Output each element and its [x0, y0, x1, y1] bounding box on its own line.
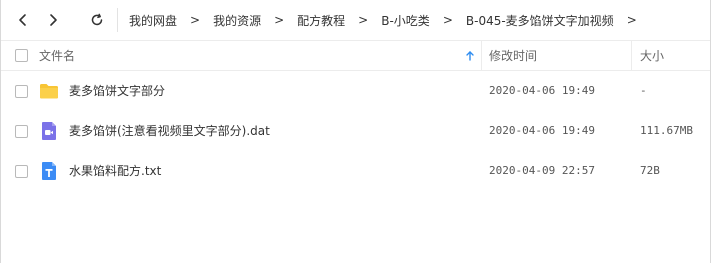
file-size: - [640, 84, 647, 97]
breadcrumb-item[interactable]: B-小吃类 [379, 12, 432, 29]
file-list-header: 文件名 修改时间 大小 [1, 40, 710, 71]
file-browser-window: 我的网盘 > 我的资源 > 配方教程 > B-小吃类 > B-045-麦多馅饼文… [0, 0, 711, 263]
back-button[interactable] [11, 8, 35, 32]
file-size: 72B [640, 164, 660, 177]
column-divider[interactable] [481, 41, 482, 71]
breadcrumb: 我的网盘 > 我的资源 > 配方教程 > B-小吃类 > B-045-麦多馅饼文… [127, 0, 648, 40]
row-checkbox[interactable] [15, 85, 28, 98]
arrow-up-icon[interactable] [465, 50, 475, 62]
breadcrumb-item[interactable]: 我的资源 [211, 12, 263, 29]
toolbar-divider [117, 8, 118, 32]
file-row[interactable]: 水果馅料配方.txt 2020-04-09 22:57 72B [1, 151, 710, 191]
row-checkbox[interactable] [15, 125, 28, 138]
breadcrumb-separator: > [190, 13, 201, 27]
column-header-modified[interactable]: 修改时间 [489, 41, 537, 71]
select-all-checkbox[interactable] [15, 49, 28, 62]
column-header-name[interactable]: 文件名 [39, 41, 75, 71]
file-name[interactable]: 麦多馅饼文字部分 [69, 71, 165, 111]
breadcrumb-separator: > [626, 13, 637, 27]
breadcrumb-item[interactable]: 配方教程 [295, 12, 347, 29]
breadcrumb-separator: > [358, 13, 369, 27]
folder-icon [40, 84, 58, 99]
file-modified: 2020-04-06 19:49 [489, 124, 595, 137]
breadcrumb-separator: > [274, 13, 285, 27]
refresh-icon [91, 13, 103, 26]
breadcrumb-item[interactable]: 我的网盘 [127, 12, 179, 29]
file-size: 111.67MB [640, 124, 693, 137]
chevron-right-icon [50, 14, 57, 26]
breadcrumb-separator: > [442, 13, 453, 27]
forward-button[interactable] [41, 8, 65, 32]
column-header-size[interactable]: 大小 [640, 41, 664, 71]
text-file-icon [42, 162, 56, 180]
file-modified: 2020-04-09 22:57 [489, 164, 595, 177]
toolbar: 我的网盘 > 我的资源 > 配方教程 > B-小吃类 > B-045-麦多馅饼文… [1, 0, 710, 40]
column-divider[interactable] [631, 41, 632, 71]
row-checkbox[interactable] [15, 165, 28, 178]
file-name[interactable]: 水果馅料配方.txt [69, 151, 161, 191]
file-row[interactable]: 麦多馅饼文字部分 2020-04-06 19:49 - [1, 71, 710, 111]
file-modified: 2020-04-06 19:49 [489, 84, 595, 97]
video-file-icon [42, 122, 56, 140]
file-name[interactable]: 麦多馅饼(注意看视频里文字部分).dat [69, 111, 270, 151]
chevron-left-icon [19, 14, 26, 26]
file-row[interactable]: 麦多馅饼(注意看视频里文字部分).dat 2020-04-06 19:49 11… [1, 111, 710, 151]
breadcrumb-item-current[interactable]: B-045-麦多馅饼文字加视频 [464, 12, 616, 29]
refresh-button[interactable] [85, 8, 109, 32]
